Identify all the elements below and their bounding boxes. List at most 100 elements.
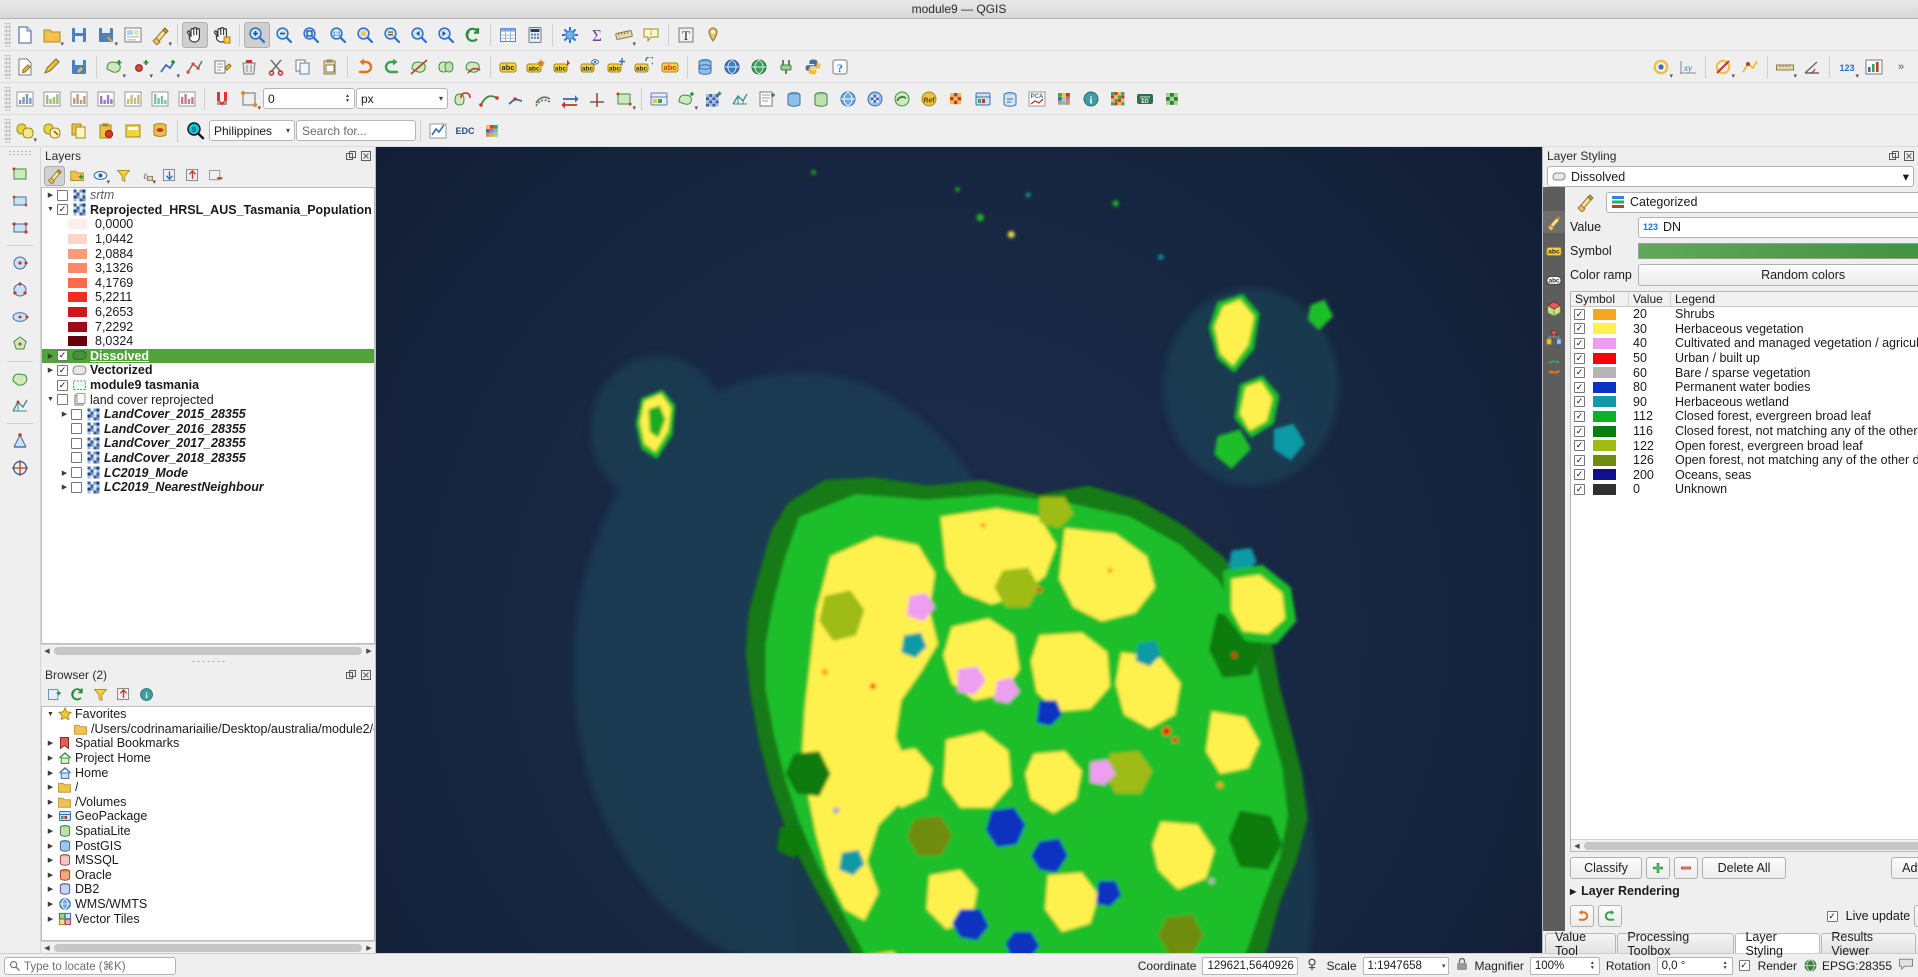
category-checkbox[interactable]: ✓ bbox=[1574, 352, 1585, 364]
category-row[interactable]: ✓ 40 Cultivated and managed vegetation / a… bbox=[1571, 336, 1918, 351]
current-edits-icon[interactable] bbox=[12, 54, 38, 80]
browser-home[interactable]: ▶ Home bbox=[42, 765, 374, 780]
expander-toggle[interactable]: ▶ bbox=[44, 871, 57, 879]
change-label-icon[interactable]: abc bbox=[522, 54, 548, 80]
expander-toggle[interactable]: ▶ bbox=[44, 915, 57, 923]
plugins-icon[interactable] bbox=[773, 54, 799, 80]
column-header-legend[interactable]: Legend bbox=[1671, 292, 1918, 306]
add-rectangle-icon[interactable] bbox=[5, 188, 35, 214]
scroll-left-icon[interactable]: ◀ bbox=[41, 944, 53, 952]
offset-curve-icon[interactable] bbox=[530, 86, 556, 112]
advanced-button[interactable]: Advanced ▾ bbox=[1891, 857, 1918, 879]
vertex-tool-icon[interactable] bbox=[182, 54, 208, 80]
grass-icon[interactable] bbox=[1159, 86, 1185, 112]
tab-layer-styling[interactable]: Layer Styling bbox=[1735, 930, 1821, 958]
close-panel-icon[interactable] bbox=[360, 150, 371, 161]
category-symbol-cell[interactable]: ✓ bbox=[1571, 454, 1629, 466]
georeferencer-icon[interactable] bbox=[5, 428, 35, 454]
zoom-last-icon[interactable] bbox=[406, 22, 432, 48]
expander-toggle[interactable]: ▶ bbox=[44, 842, 57, 850]
statistics-icon[interactable]: Σ bbox=[584, 22, 610, 48]
select-value-icon[interactable] bbox=[1737, 54, 1763, 80]
add-rectangle-3points-icon[interactable] bbox=[5, 215, 35, 241]
paste-features-icon[interactable] bbox=[317, 54, 343, 80]
toggle-editing-icon[interactable] bbox=[39, 54, 65, 80]
group-land-cover-reprojected[interactable]: ▼ land cover reprojected bbox=[42, 392, 374, 407]
new-text-annotation-icon[interactable]: T bbox=[673, 22, 699, 48]
category-legend-cell[interactable]: Unknown bbox=[1671, 482, 1918, 496]
paste-style-icon[interactable] bbox=[93, 118, 119, 144]
expander-toggle[interactable]: ▶ bbox=[58, 483, 71, 491]
category-checkbox[interactable]: ✓ bbox=[1574, 337, 1585, 349]
properties-button[interactable]: i bbox=[136, 685, 157, 705]
deselect-icon[interactable]: ▾ bbox=[1710, 54, 1736, 80]
expander-toggle[interactable]: ▶ bbox=[58, 410, 71, 418]
copy-features-icon[interactable] bbox=[290, 54, 316, 80]
browser-favorite-path[interactable]: /Users/codrinamariailie/Desktop/australi… bbox=[42, 722, 374, 737]
browser-mssql[interactable]: ▶ MSSQL bbox=[42, 853, 374, 868]
trim-extend-icon[interactable] bbox=[584, 86, 610, 112]
toolbar-plugins[interactable]: ▾ 9 Philippines ▾ Search for... EDC bbox=[0, 115, 1918, 147]
modify-attributes-icon[interactable] bbox=[209, 54, 235, 80]
qgis2web-icon[interactable] bbox=[147, 118, 173, 144]
layer-visibility-checkbox[interactable] bbox=[71, 408, 82, 420]
tab-processing-toolbox[interactable]: Processing Toolbox bbox=[1617, 930, 1735, 958]
layer-landcover-2016[interactable]: LandCover_2016_28355 bbox=[42, 422, 374, 437]
shape-digitizing-icon[interactable]: ▾ bbox=[611, 86, 637, 112]
add-ellipse-icon[interactable] bbox=[5, 304, 35, 330]
color-ramp-button[interactable]: Random colors bbox=[1638, 264, 1918, 286]
raster-calc-icon[interactable] bbox=[66, 86, 92, 112]
toolbar-grip[interactable] bbox=[4, 118, 11, 143]
semi-auto-classification-icon[interactable] bbox=[1051, 86, 1077, 112]
save-project-icon[interactable] bbox=[66, 22, 92, 48]
expander-toggle[interactable]: ▶ bbox=[44, 798, 57, 806]
render-checkbox[interactable]: ✓ Render bbox=[1738, 959, 1797, 973]
category-checkbox[interactable]: ✓ bbox=[1574, 308, 1585, 320]
globe-icon[interactable] bbox=[746, 54, 772, 80]
category-checkbox[interactable]: ✓ bbox=[1574, 410, 1585, 422]
label-icon[interactable]: abc bbox=[495, 54, 521, 80]
category-checkbox[interactable]: ✓ bbox=[1574, 454, 1585, 466]
category-color-swatch[interactable] bbox=[1593, 483, 1616, 495]
category-legend-cell[interactable]: Closed forest, not matching any of the o… bbox=[1671, 424, 1918, 438]
category-checkbox[interactable]: ✓ bbox=[1574, 396, 1585, 408]
category-legend-cell[interactable]: Cultivated and managed vegetation / agri… bbox=[1671, 336, 1918, 350]
legend-class[interactable]: 2,0884 bbox=[42, 246, 374, 261]
browser-vector-tiles[interactable]: ▶ Vector Tiles bbox=[42, 911, 374, 926]
category-value-cell[interactable]: 80 bbox=[1629, 380, 1671, 394]
toggle-extents-icon[interactable] bbox=[1304, 956, 1320, 975]
category-symbol-cell[interactable]: ✓ bbox=[1571, 425, 1629, 437]
expander-toggle[interactable]: ▶ bbox=[44, 352, 57, 360]
change-label-properties-icon[interactable]: abc bbox=[657, 54, 683, 80]
avoid-overlap-icon[interactable] bbox=[449, 86, 475, 112]
snapping-mode-icon[interactable]: ▾ bbox=[236, 86, 262, 112]
overflow-icon[interactable]: » bbox=[1888, 54, 1914, 80]
categories-hscrollbar[interactable]: ◀ ▶ bbox=[1571, 839, 1918, 851]
checkbox-box[interactable]: ✓ bbox=[1826, 910, 1838, 922]
style-manager-icon[interactable]: ▾ bbox=[147, 22, 173, 48]
scroll-thumb[interactable] bbox=[54, 646, 362, 655]
categories-table-body[interactable]: ✓ 20 Shrubs ✓ 30 Herbaceous vegetation ✓ 40 Cult… bbox=[1571, 307, 1918, 839]
layer-visibility-checkbox[interactable]: ✓ bbox=[57, 204, 68, 216]
remove-layer-button[interactable] bbox=[205, 166, 226, 186]
add-vector-layer-icon[interactable]: ▾ bbox=[673, 86, 699, 112]
add-group-button[interactable] bbox=[67, 166, 88, 186]
filter-legend-button[interactable] bbox=[113, 166, 134, 186]
python-console-icon[interactable] bbox=[800, 54, 826, 80]
browser-spatialite[interactable]: ▶ SpatiaLite bbox=[42, 824, 374, 839]
pan-to-selection-icon[interactable] bbox=[209, 22, 235, 48]
filter-browser-button[interactable] bbox=[90, 685, 111, 705]
category-symbol-cell[interactable]: ✓ bbox=[1571, 440, 1629, 452]
toolbar-digitizing[interactable]: ▾ ▾ ▾ abc abc abc abc abc abc abc? ▾ xy ▾ ▾ 123 ▾» bbox=[0, 51, 1918, 83]
legend-class[interactable]: 8,0324 bbox=[42, 334, 374, 349]
messages-log-icon[interactable] bbox=[1898, 957, 1914, 974]
layer-styling-tab-rail[interactable]: abc abc bbox=[1543, 187, 1565, 931]
category-symbol-cell[interactable]: ✓ bbox=[1571, 469, 1629, 481]
category-color-swatch[interactable] bbox=[1593, 454, 1616, 466]
expander-toggle[interactable]: ▶ bbox=[44, 812, 57, 820]
category-row[interactable]: ✓ 122 Open forest, evergreen broad leaf bbox=[1571, 438, 1918, 453]
data-source-manager-icon[interactable] bbox=[646, 86, 672, 112]
remove-category-button[interactable] bbox=[1674, 857, 1698, 879]
browser-root[interactable]: ▶ / bbox=[42, 780, 374, 795]
zoom-native-icon[interactable]: 1:1 bbox=[325, 22, 351, 48]
